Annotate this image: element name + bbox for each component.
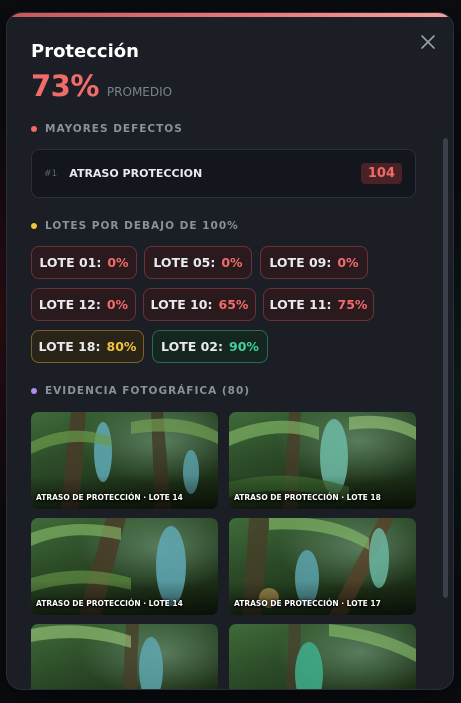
photo-thumbnail[interactable]: ATRASO DE PROTECCIÓN · LOTE 18	[229, 412, 416, 509]
lot-chip[interactable]: LOTE 09: 0%	[260, 246, 368, 279]
defect-name: ATRASO PROTECCION	[69, 167, 203, 180]
scrollbar-thumb[interactable]	[443, 138, 448, 598]
lot-label: LOTE 18:	[38, 339, 101, 354]
close-button[interactable]	[417, 31, 439, 53]
lot-chip[interactable]: LOTE 18: 80%	[31, 330, 144, 363]
photo-thumbnail[interactable]	[31, 624, 218, 689]
photo-shade	[229, 581, 416, 615]
photo-shade	[229, 475, 416, 509]
section-photos-heading: EVIDENCIA FOTOGRÁFICA (80)	[31, 385, 250, 397]
defect-count-badge: 104	[360, 163, 402, 184]
lot-label: LOTE 12:	[38, 297, 101, 312]
banana-plant-image	[286, 624, 416, 689]
photo-thumbnail[interactable]	[229, 624, 416, 689]
lot-chip[interactable]: LOTE 02: 90%	[152, 330, 268, 363]
lot-chip[interactable]: LOTE 11: 75%	[263, 288, 374, 321]
section-photos-label: EVIDENCIA FOTOGRÁFICA (80)	[45, 385, 251, 397]
photo-thumbnail[interactable]: ATRASO DE PROTECCIÓN · LOTE 14	[31, 412, 218, 509]
photo-thumbnail[interactable]: ATRASO DE PROTECCIÓN · LOTE 17	[229, 518, 416, 615]
average-label: PROMEDIO	[106, 85, 173, 99]
lot-label: LOTE 11:	[269, 297, 332, 312]
lot-value: 0%	[106, 297, 129, 312]
modal-accent-bar	[7, 13, 453, 17]
lot-value: 90%	[229, 339, 259, 354]
lot-label: LOTE 09:	[269, 255, 332, 270]
lot-value: 75%	[337, 297, 368, 312]
lot-label: LOTE 02:	[161, 339, 224, 354]
photo-shade	[31, 475, 218, 509]
lot-label: LOTE 01:	[39, 255, 102, 270]
defect-item[interactable]: #1 ATRASO PROTECCION 104	[31, 149, 416, 198]
photo-shade	[31, 581, 218, 615]
section-lots-heading: LOTES POR DEBAJO DE 100%	[31, 220, 239, 232]
lot-chip[interactable]: LOTE 10: 65%	[143, 288, 256, 321]
photo-caption: ATRASO DE PROTECCIÓN · LOTE 14	[36, 493, 183, 502]
modal-title: Protección	[31, 41, 139, 62]
lot-value: 0%	[221, 255, 243, 270]
lot-chip[interactable]: LOTE 01: 0%	[31, 246, 137, 279]
section-defects-label: MAYORES DEFECTOS	[45, 123, 183, 135]
average-row: 73% PROMEDIO	[31, 69, 172, 103]
protection-modal: Protección 73% PROMEDIO MAYORES DEFECTOS…	[6, 12, 454, 690]
banana-plant-image	[31, 624, 163, 689]
lot-chip[interactable]: LOTE 12: 0%	[31, 288, 136, 321]
dot-icon	[31, 223, 37, 229]
photo-caption: ATRASO DE PROTECCIÓN · LOTE 17	[234, 599, 381, 608]
photo-caption: ATRASO DE PROTECCIÓN · LOTE 18	[234, 493, 381, 502]
photo-caption: ATRASO DE PROTECCIÓN · LOTE 14	[36, 599, 183, 608]
average-percent: 73%	[31, 69, 99, 103]
lot-chip[interactable]: LOTE 05: 0%	[144, 246, 252, 279]
lot-value: 0%	[337, 255, 359, 270]
section-defects-heading: MAYORES DEFECTOS	[31, 123, 183, 135]
photo-thumbnail[interactable]: ATRASO DE PROTECCIÓN · LOTE 14	[31, 518, 218, 615]
lot-value: 65%	[218, 297, 249, 312]
close-icon	[421, 35, 435, 49]
lot-value: 0%	[107, 255, 129, 270]
dot-icon	[31, 388, 37, 394]
lot-label: LOTE 10:	[150, 297, 213, 312]
lot-label: LOTE 05:	[153, 255, 216, 270]
lot-value: 80%	[106, 339, 137, 354]
dot-icon	[31, 126, 37, 132]
defect-rank: #1	[44, 168, 58, 179]
section-lots-label: LOTES POR DEBAJO DE 100%	[45, 220, 239, 232]
